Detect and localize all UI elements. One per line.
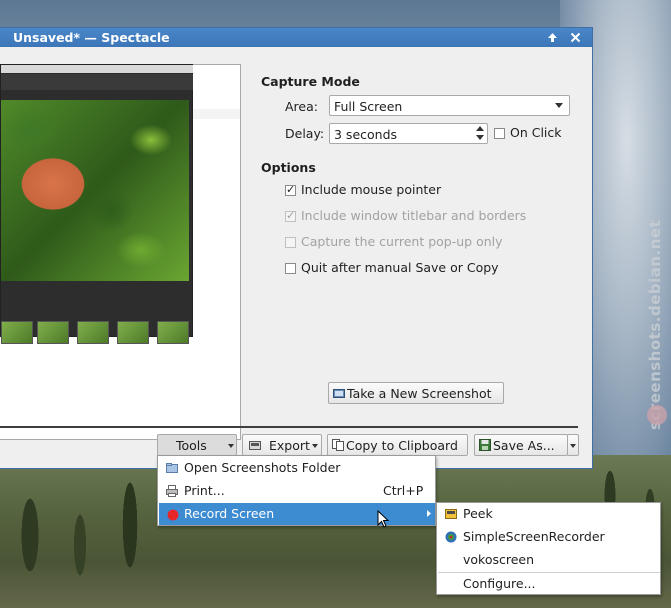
capture-popup-checkbox <box>285 237 296 248</box>
tools-label: Tools <box>176 438 207 453</box>
delay-value: 3 seconds <box>334 127 398 142</box>
chevron-right-icon <box>427 510 431 517</box>
menu-item-label: Peek <box>463 506 493 521</box>
copy-to-clipboard-button[interactable]: Copy to Clipboard <box>327 434 468 456</box>
preview-toolbar <box>1 74 193 90</box>
spin-buttons[interactable] <box>474 125 486 142</box>
quit-after-save-checkbox[interactable] <box>285 263 296 274</box>
window-titlebar[interactable]: Unsaved* — Spectacle <box>0 28 592 47</box>
menu-item-print[interactable]: Print... Ctrl+P <box>159 480 435 502</box>
menu-item-label: vokoscreen <box>463 552 535 567</box>
include-mouse-pointer-checkbox[interactable] <box>285 183 296 196</box>
peek-icon <box>445 509 457 519</box>
preview-photo <box>1 100 189 281</box>
menu-item-label: Configure... <box>463 576 536 591</box>
area-label: Area: <box>285 99 318 114</box>
menu-item-configure[interactable]: Configure... <box>438 573 660 595</box>
up-arrow-icon <box>548 33 557 42</box>
printer-icon <box>166 485 178 497</box>
take-new-screenshot-button[interactable]: Take a New Screenshot <box>328 382 504 404</box>
spin-down-icon[interactable] <box>476 135 484 140</box>
preview-thumbnails <box>1 321 193 347</box>
quit-after-save-label[interactable]: Quit after manual Save or Copy <box>301 260 499 275</box>
menu-item-peek[interactable]: Peek <box>438 503 660 525</box>
folder-icon <box>166 463 178 473</box>
export-icon <box>249 441 261 450</box>
menu-item-record-screen[interactable]: Record Screen <box>159 503 435 525</box>
simplescreenrecorder-icon <box>445 531 457 543</box>
area-value: Full Screen <box>334 99 403 114</box>
copy-icon <box>332 439 344 451</box>
menu-item-open-screenshots-folder[interactable]: Open Screenshots Folder <box>159 457 435 479</box>
copy-to-clipboard-label: Copy to Clipboard <box>346 438 458 453</box>
area-combobox[interactable]: Full Screen <box>329 95 570 116</box>
chevron-down-icon <box>312 444 318 448</box>
preview-thumbnail <box>117 321 149 344</box>
menu-item-label: SimpleScreenRecorder <box>463 529 605 544</box>
preview-image[interactable] <box>0 64 193 344</box>
mouse-cursor-icon <box>377 510 389 528</box>
on-click-label[interactable]: On Click <box>510 125 562 140</box>
export-button[interactable]: Export <box>242 434 322 456</box>
close-button[interactable] <box>566 29 585 45</box>
record-icon <box>167 509 179 521</box>
export-label: Export <box>269 438 310 453</box>
tools-button[interactable]: Tools <box>157 434 237 456</box>
take-new-screenshot-label: Take a New Screenshot <box>347 386 492 401</box>
include-titlebar-checkbox <box>285 209 296 222</box>
preview-side-strip <box>193 109 240 119</box>
keep-above-button[interactable] <box>543 29 562 45</box>
menu-item-shortcut: Ctrl+P <box>383 483 424 498</box>
preview-thumbnail <box>77 321 109 344</box>
preview-thumbnail <box>157 321 189 344</box>
options-heading: Options <box>261 160 316 175</box>
save-as-label: Save As... <box>493 438 555 453</box>
chevron-down-icon <box>228 444 234 448</box>
spectacle-window: Unsaved* — Spectacle Capture Mode Area: <box>0 27 593 469</box>
menu-item-vokoscreen[interactable]: vokoscreen <box>438 549 660 571</box>
close-icon <box>570 32 581 43</box>
chevron-down-icon <box>555 103 563 108</box>
delay-label: Delay: <box>285 126 325 141</box>
menu-item-label: Open Screenshots Folder <box>184 460 341 475</box>
save-options-dropdown[interactable] <box>567 434 579 456</box>
record-screen-submenu: Peek SimpleScreenRecorder vokoscreen Con… <box>436 502 661 595</box>
menu-item-simplescreenrecorder[interactable]: SimpleScreenRecorder <box>438 526 660 548</box>
window-title: Unsaved* — Spectacle <box>13 30 170 45</box>
menu-item-label: Record Screen <box>184 506 275 521</box>
include-mouse-pointer-label[interactable]: Include mouse pointer <box>301 182 441 197</box>
camera-icon <box>333 389 345 398</box>
preview-taskbar <box>1 65 193 73</box>
watermark-logo-icon <box>647 405 667 425</box>
include-titlebar-label: Include window titlebar and borders <box>301 208 527 223</box>
delay-spinbox[interactable]: 3 seconds <box>329 123 488 144</box>
chevron-down-icon <box>570 444 576 448</box>
save-icon <box>479 439 491 451</box>
watermark-text: screenshots.debian.net <box>646 219 664 430</box>
on-click-checkbox[interactable] <box>494 128 505 139</box>
tools-menu: Open Screenshots Folder Print... Ctrl+P … <box>157 455 436 526</box>
bottom-divider <box>0 426 578 428</box>
capture-mode-heading: Capture Mode <box>261 74 360 89</box>
preview-thumbnail <box>1 321 33 344</box>
preview-thumbnail <box>37 321 69 344</box>
capture-popup-label: Capture the current pop-up only <box>301 234 503 249</box>
menu-item-label: Print... <box>184 483 225 498</box>
spin-up-icon[interactable] <box>476 126 484 131</box>
save-as-button[interactable]: Save As... <box>474 434 568 456</box>
